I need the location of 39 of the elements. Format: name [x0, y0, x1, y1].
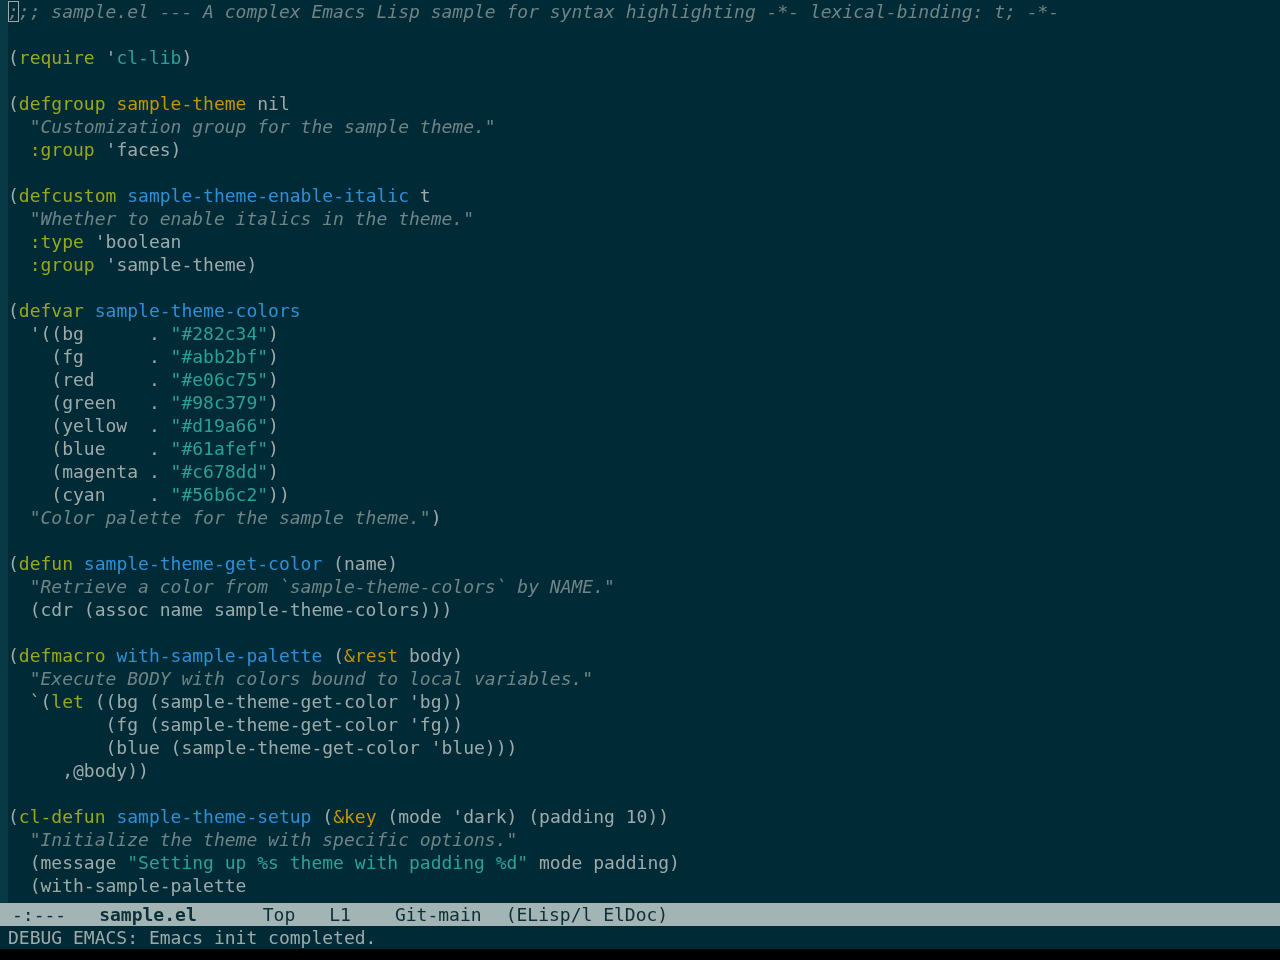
modified-status: -:--- [12, 903, 67, 926]
code-line: "Color palette for the sample theme.") [28, 506, 442, 529]
echo-message: DEBUG EMACS: Emacs init completed. [8, 926, 377, 949]
code-line: "Retrieve a color from `sample-theme-colors` by NAME." [28, 575, 615, 598]
scroll-position: Top [262, 903, 296, 926]
code-line: "Execute BODY with colors bound to local variables." [28, 667, 594, 690]
code-line: (defun sample-theme-get-color (name) [8, 552, 399, 575]
code-line: (cyan . "#56b6c2")) [50, 483, 290, 506]
code-line: (blue (sample-theme-get-color 'blue))) [104, 736, 518, 759]
code-line: (fg . "#abb2bf") [50, 345, 279, 368]
code-line: (require 'cl-lib) [8, 46, 193, 69]
code-line: '((bg . "#282c34") [28, 322, 279, 345]
code-line: (defvar sample-theme-colors [8, 299, 301, 322]
code-line: (defmacro with-sample-palette (&rest body) [8, 644, 464, 667]
code-line: "Whether to enable italics in the theme." [28, 207, 474, 230]
code-line: (red . "#e06c75") [50, 368, 279, 391]
code-line: ;;; sample.el --- A complex Emacs Lisp sample for syntax highlighting -*- lexical-binding: t; -*- [8, 0, 1060, 23]
code-line: (fg (sample-theme-get-color 'fg)) [104, 713, 464, 736]
code-line: "Initialize the theme with specific options." [28, 828, 518, 851]
code-line: :group 'sample-theme) [28, 253, 258, 276]
code-line: (magenta . "#c678dd") [50, 460, 279, 483]
line-number: L1 [329, 903, 351, 926]
code-line: (blue . "#61afef") [50, 437, 279, 460]
code-line: :type 'boolean [28, 230, 182, 253]
buffer-name[interactable]: sample.el [99, 903, 197, 926]
major-mode[interactable]: (ELisp/l ElDoc) [505, 903, 669, 926]
vc-branch[interactable]: Git-main [394, 903, 482, 926]
code-line: (with-sample-palette [28, 874, 247, 897]
code-line: (cl-defun sample-theme-setup (&key (mode 'dark) (padding 10)) [8, 805, 670, 828]
code-line: (green . "#98c379") [50, 391, 279, 414]
code-line: (yellow . "#d19a66") [50, 414, 279, 437]
code-line: "Customization group for the sample theme." [28, 115, 496, 138]
code-line: ,@body)) [61, 759, 149, 782]
code-line: :group 'faces) [28, 138, 182, 161]
code-line: (defgroup sample-theme nil [8, 92, 290, 115]
code-line: `(let ((bg (sample-theme-get-color 'bg)) [28, 690, 464, 713]
code-line: (message "Setting up %s theme with padding %d" mode padding) [28, 851, 680, 874]
code-line: (defcustom sample-theme-enable-italic t [8, 184, 431, 207]
code-line: (cdr (assoc name sample-theme-colors))) [28, 598, 453, 621]
